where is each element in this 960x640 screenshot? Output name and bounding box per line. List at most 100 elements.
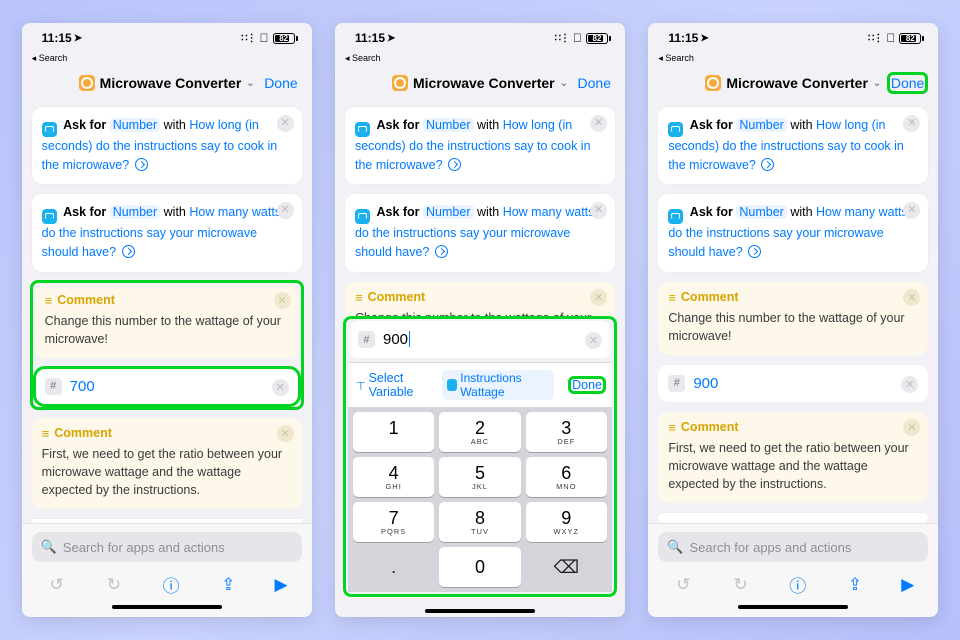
expand-icon[interactable] <box>748 245 761 258</box>
number-action[interactable]: # 700 ✕ <box>35 368 299 405</box>
nav-done-button[interactable]: Done <box>576 74 613 92</box>
delete-action-icon[interactable]: ✕ <box>903 202 920 219</box>
select-variable-button[interactable]: Select Variable <box>356 371 435 399</box>
nav-done-button[interactable]: Done <box>262 74 299 92</box>
search-field[interactable]: 🔍 Search for apps and actions <box>32 532 302 562</box>
delete-action-icon[interactable]: ✕ <box>277 202 294 219</box>
delete-action-icon[interactable]: ✕ <box>277 425 294 442</box>
search-icon: 🔍 <box>41 539 57 555</box>
share-icon[interactable]: ⇪ <box>217 575 239 595</box>
ask-action-1[interactable]: ✕ Ask for Number with How long (in secon… <box>345 107 615 184</box>
redo-icon[interactable]: ↻ <box>103 575 125 595</box>
comment-action-1[interactable]: ✕ Comment Change this number to the watt… <box>35 285 299 358</box>
key-5[interactable]: 5JKL <box>439 457 520 497</box>
comment-action-1[interactable]: ✕ Comment Change this number to the watt… <box>345 282 615 317</box>
comment-body[interactable]: Change this number to the wattage of you… <box>45 312 289 348</box>
clear-icon[interactable]: ✕ <box>585 332 602 349</box>
number-value[interactable]: 900 <box>383 331 410 348</box>
ask-action-2[interactable]: ✕ Ask for Number with How many watts do … <box>32 194 302 271</box>
delete-action-icon[interactable]: ✕ <box>277 115 294 132</box>
delete-action-icon[interactable]: ✕ <box>274 292 291 309</box>
partial-card <box>658 513 928 523</box>
undo-icon[interactable]: ↺ <box>46 575 68 595</box>
run-button[interactable]: ▶ <box>901 575 914 595</box>
key-8[interactable]: 8TUV <box>439 502 520 542</box>
search-field[interactable]: 🔍 Search for apps and actions <box>658 532 928 562</box>
number-action[interactable]: # 900 ✕ <box>658 365 928 402</box>
delete-action-icon[interactable]: ✕ <box>590 289 607 306</box>
number-action[interactable]: # 900 ✕ <box>348 321 612 358</box>
number-icon: # <box>45 378 62 395</box>
undo-icon[interactable]: ↺ <box>672 575 694 595</box>
clear-icon[interactable]: ✕ <box>901 376 918 393</box>
redo-icon[interactable]: ↻ <box>730 575 752 595</box>
key-backspace[interactable]: ⌫ <box>526 547 607 587</box>
number-value[interactable]: 900 <box>693 375 718 392</box>
actions-list: ✕ Ask for Number with How long (in secon… <box>648 103 938 523</box>
expand-icon[interactable] <box>122 245 135 258</box>
ask-action-2[interactable]: ✕ Ask for Number with How many watts do … <box>658 194 928 271</box>
share-icon[interactable]: ⇪ <box>844 575 866 595</box>
key-7[interactable]: 7PQRS <box>353 502 434 542</box>
chevron-down-icon[interactable]: ⌄ <box>873 78 881 89</box>
phone-middle: 11:15 ➤ ∷⋮ 􀙇 82 Search Microwave Convert… <box>335 23 625 617</box>
navbar: Microwave Converter ⌄ Done <box>648 63 938 103</box>
cell-icon: ∷⋮ <box>555 33 569 44</box>
expand-icon[interactable] <box>135 158 148 171</box>
ask-type-token[interactable]: Number <box>110 118 160 132</box>
delete-action-icon[interactable]: ✕ <box>903 419 920 436</box>
navbar: Microwave Converter ⌄ Done <box>335 63 625 103</box>
key-0[interactable]: 0 <box>439 547 520 587</box>
clear-icon[interactable]: ✕ <box>272 379 289 396</box>
shortcut-title[interactable]: Microwave Converter <box>726 75 868 91</box>
key-4[interactable]: 4GHI <box>353 457 434 497</box>
ask-action-2[interactable]: ✕ Ask for Number with How many watts do … <box>345 194 615 271</box>
number-value[interactable]: 700 <box>70 378 95 395</box>
comment-action-2[interactable]: ✕ Comment First, we need to get the rati… <box>658 412 928 503</box>
key-3[interactable]: 3DEF <box>526 412 607 452</box>
delete-action-icon[interactable]: ✕ <box>590 115 607 132</box>
chevron-down-icon[interactable]: ⌄ <box>246 78 254 89</box>
comment-action-2[interactable]: ✕ Comment First, we need to get the rati… <box>32 418 302 509</box>
comment-action-1[interactable]: ✕ Comment Change this number to the watt… <box>658 282 928 355</box>
shortcut-title[interactable]: Microwave Converter <box>413 75 555 91</box>
keyboard-accessory: Select Variable Instructions Wattage Don… <box>348 362 612 407</box>
delete-action-icon[interactable]: ✕ <box>903 289 920 306</box>
search-icon: 🔍 <box>667 539 683 555</box>
variable-pill[interactable]: Instructions Wattage <box>442 370 554 400</box>
bottom-bar: 🔍 Search for apps and actions ↺ ↻ ⓘ ⇪ ▶ <box>22 523 312 617</box>
ask-icon <box>355 122 370 137</box>
ask-type-token[interactable]: Number <box>110 205 160 219</box>
keyboard-done-button[interactable]: Done <box>570 378 604 392</box>
chevron-down-icon[interactable]: ⌄ <box>560 78 568 89</box>
run-button[interactable]: ▶ <box>275 575 288 595</box>
key-dot[interactable]: . <box>353 547 434 587</box>
battery-icon: 82 <box>273 33 298 44</box>
key-9[interactable]: 9WXYZ <box>526 502 607 542</box>
ask-action-1[interactable]: ✕ Ask for Number with How long (in secon… <box>32 107 302 184</box>
battery-icon: 82 <box>899 33 924 44</box>
bottom-bar: 🔍 Search for apps and actions ↺ ↻ ⓘ ⇪ ▶ <box>648 523 938 617</box>
info-icon[interactable]: ⓘ <box>787 572 809 597</box>
home-indicator <box>112 605 222 609</box>
delete-action-icon[interactable]: ✕ <box>590 202 607 219</box>
key-2[interactable]: 2ABC <box>439 412 520 452</box>
info-icon[interactable]: ⓘ <box>160 572 182 597</box>
status-time: 11:15 <box>42 31 72 45</box>
comment-header: Comment <box>42 426 292 441</box>
nav-done-button[interactable]: Done <box>889 74 926 92</box>
key-1[interactable]: 1 <box>353 412 434 452</box>
expand-icon[interactable] <box>435 245 448 258</box>
shortcut-title[interactable]: Microwave Converter <box>100 75 242 91</box>
ask-icon <box>447 379 457 391</box>
comment-body[interactable]: First, we need to get the ratio between … <box>42 445 292 499</box>
key-6[interactable]: 6MNO <box>526 457 607 497</box>
numeric-keypad: 1 2ABC 3DEF 4GHI 5JKL 6MNO 7PQRS 8TUV 9W… <box>348 407 612 592</box>
delete-action-icon[interactable]: ✕ <box>903 115 920 132</box>
phone-right: 11:15 ➤ ∷⋮ 􀙇 82 Search Microwave Convert… <box>648 23 938 617</box>
expand-icon[interactable] <box>448 158 461 171</box>
ask-action-1[interactable]: ✕ Ask for Number with How long (in secon… <box>658 107 928 184</box>
highlight-keypad-group: # 900 ✕ Select Variable Instructions Wat… <box>343 316 617 597</box>
expand-icon[interactable] <box>761 158 774 171</box>
status-bar: 11:15 ➤ ∷⋮ 􀙇 82 <box>648 23 938 53</box>
